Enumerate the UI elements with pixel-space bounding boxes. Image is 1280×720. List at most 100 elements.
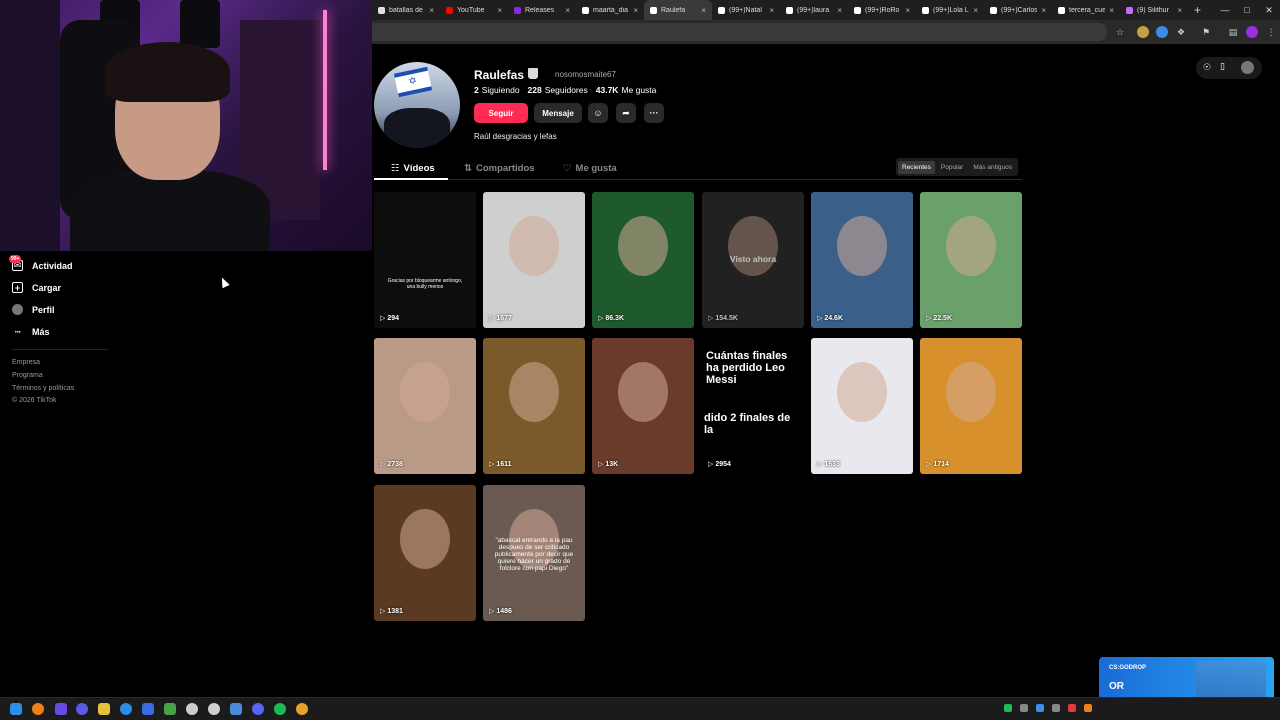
discord-icon[interactable] bbox=[252, 703, 264, 715]
bookmark-icon[interactable]: ⚑ bbox=[1200, 26, 1212, 38]
spotify-icon[interactable] bbox=[274, 703, 286, 715]
browser-tab[interactable]: maarta_dia × bbox=[576, 0, 644, 20]
message-button[interactable]: Mensaje bbox=[534, 103, 582, 123]
thumbnail-subject bbox=[618, 216, 668, 276]
star-icon[interactable]: ☆ bbox=[1114, 26, 1126, 38]
browser-tab[interactable]: Raulefa × bbox=[644, 0, 712, 20]
nav-label: Cargar bbox=[32, 282, 62, 293]
app-icon[interactable] bbox=[98, 703, 110, 715]
tray-icon[interactable] bbox=[1068, 704, 1076, 712]
sidepanel-icon[interactable]: ▤ bbox=[1227, 26, 1239, 38]
view-count: ▷ 2738 bbox=[380, 460, 403, 468]
minimize-icon[interactable]: — bbox=[1214, 5, 1236, 15]
close-tab-icon[interactable]: × bbox=[837, 6, 842, 15]
tray-icon[interactable] bbox=[1020, 704, 1028, 712]
video-card[interactable]: ▷ 1381 bbox=[374, 485, 476, 621]
close-tab-icon[interactable]: × bbox=[565, 6, 570, 15]
video-card[interactable]: ▷ 22.5K bbox=[920, 192, 1022, 328]
obs-icon[interactable] bbox=[208, 703, 220, 715]
new-tab-icon[interactable]: + bbox=[1188, 3, 1207, 17]
browser-tab[interactable]: YouTube × bbox=[440, 0, 508, 20]
chrome-icon[interactable] bbox=[296, 703, 308, 715]
nav-item-perfil[interactable]: Perfil bbox=[12, 304, 55, 315]
browser-tab[interactable]: (99+)Carlos × bbox=[984, 0, 1052, 20]
app-icon[interactable] bbox=[186, 703, 198, 715]
footer-link-terminos[interactable]: Términos y políticas bbox=[12, 385, 74, 392]
video-card[interactable]: ▷ 1633 bbox=[811, 338, 913, 474]
browser-tab[interactable]: tercera_cue × bbox=[1052, 0, 1120, 20]
user-avatar[interactable] bbox=[1241, 61, 1254, 74]
close-tab-icon[interactable]: × bbox=[1109, 6, 1114, 15]
browser-tab[interactable]: (99+)Natal × bbox=[712, 0, 780, 20]
followers-stat[interactable]: 228 Seguidores bbox=[528, 85, 588, 95]
video-card[interactable]: ▷ 1714 bbox=[920, 338, 1022, 474]
close-tab-icon[interactable]: × bbox=[1041, 6, 1046, 15]
background-shelf bbox=[0, 0, 60, 251]
video-card[interactable]: Gracias por bloquearme antiorgo, una bul… bbox=[374, 192, 476, 328]
share-icon[interactable]: ➦ bbox=[616, 103, 636, 123]
app-icon[interactable] bbox=[55, 703, 67, 715]
nav-item-actividad[interactable]: ✉ 99+ Actividad bbox=[9, 255, 73, 271]
close-tab-icon[interactable]: × bbox=[497, 6, 502, 15]
nav-item-mas[interactable]: ··· Más bbox=[12, 326, 50, 337]
close-tab-icon[interactable]: × bbox=[633, 6, 638, 15]
nav-item-cargar[interactable]: + Cargar bbox=[12, 282, 61, 293]
puzzle-icon[interactable]: ❖ bbox=[1175, 26, 1187, 38]
video-card[interactable]: Cuántas finales ha perdido Leo Messi dido… bbox=[702, 338, 804, 474]
sort-recientes[interactable]: Recientes bbox=[898, 160, 935, 174]
app-icon[interactable] bbox=[120, 703, 132, 715]
video-card[interactable]: ▷ 1611 bbox=[483, 338, 585, 474]
footer-link-programa[interactable]: Programa bbox=[12, 372, 43, 379]
browser-tab[interactable]: (99+)laura × bbox=[780, 0, 848, 20]
close-tab-icon[interactable]: × bbox=[973, 6, 978, 15]
windows-start-icon[interactable] bbox=[10, 703, 22, 715]
footer-link-empresa[interactable]: Empresa bbox=[12, 359, 40, 366]
video-card[interactable]: ▷ 13K bbox=[592, 338, 694, 474]
profile-avatar[interactable]: ✡ bbox=[374, 62, 460, 148]
tray-icon[interactable] bbox=[1036, 704, 1044, 712]
menu-dots-icon[interactable]: ⋮ bbox=[1265, 26, 1277, 38]
browser-tab[interactable]: batallas de × bbox=[372, 0, 440, 20]
close-tab-icon[interactable]: × bbox=[769, 6, 774, 15]
browser-tab[interactable]: (99+)RoRo × bbox=[848, 0, 916, 20]
profile-avatar-icon[interactable] bbox=[1246, 26, 1258, 38]
address-bar[interactable] bbox=[372, 23, 1107, 41]
browser-tab[interactable]: Releases × bbox=[508, 0, 576, 20]
close-icon[interactable]: ✕ bbox=[1258, 5, 1280, 16]
phone-icon[interactable]: ▯ bbox=[1220, 61, 1225, 72]
sort-mas-antiguos[interactable]: Más antiguos bbox=[969, 161, 1016, 174]
tray-icon[interactable] bbox=[1004, 704, 1012, 712]
steam-icon[interactable] bbox=[142, 703, 154, 715]
video-card[interactable]: ▷ 2738 bbox=[374, 338, 476, 474]
close-tab-icon[interactable]: × bbox=[429, 6, 434, 15]
app-icon[interactable] bbox=[164, 703, 176, 715]
browser-tab[interactable]: (9) Silithur × bbox=[1120, 0, 1188, 20]
view-count: ▷ 154.5K bbox=[708, 314, 738, 322]
extension-icon[interactable] bbox=[1137, 26, 1149, 38]
tab-compartidos[interactable]: ⇅ Compartidos bbox=[464, 163, 535, 174]
video-card[interactable]: ▷ 1677 bbox=[483, 192, 585, 328]
browser-tab[interactable]: (99+)Lola L × bbox=[916, 0, 984, 20]
video-card[interactable]: Visto ahora ▷ 154.5K bbox=[702, 192, 804, 328]
app-icon[interactable] bbox=[76, 703, 88, 715]
tab-videos[interactable]: ☷ Vídeos bbox=[391, 163, 435, 174]
search-icon[interactable] bbox=[32, 703, 44, 715]
tray-icon[interactable] bbox=[1084, 704, 1092, 712]
close-tab-icon[interactable]: × bbox=[1177, 6, 1182, 15]
tray-icon[interactable] bbox=[1052, 704, 1060, 712]
app-icon[interactable] bbox=[230, 703, 242, 715]
more-options-icon[interactable]: ··· bbox=[644, 103, 664, 123]
video-card[interactable]: "abascal entrando a la pau despues de se… bbox=[483, 485, 585, 621]
video-card[interactable]: ▷ 24.6K bbox=[811, 192, 913, 328]
video-card[interactable]: ▷ 86.3K bbox=[592, 192, 694, 328]
extension-icon[interactable] bbox=[1156, 26, 1168, 38]
add-friend-icon[interactable]: ☺ bbox=[588, 103, 608, 123]
tab-me-gusta[interactable]: ♡ Me gusta bbox=[563, 163, 617, 174]
close-tab-icon[interactable]: × bbox=[701, 6, 706, 15]
maximize-icon[interactable]: □ bbox=[1236, 5, 1258, 15]
close-tab-icon[interactable]: × bbox=[905, 6, 910, 15]
compass-icon[interactable]: ☉ bbox=[1203, 62, 1211, 73]
follow-button[interactable]: Seguir bbox=[474, 103, 528, 123]
following-stat[interactable]: 2 Siguiendo bbox=[474, 85, 520, 95]
sort-popular[interactable]: Popular bbox=[937, 161, 967, 174]
